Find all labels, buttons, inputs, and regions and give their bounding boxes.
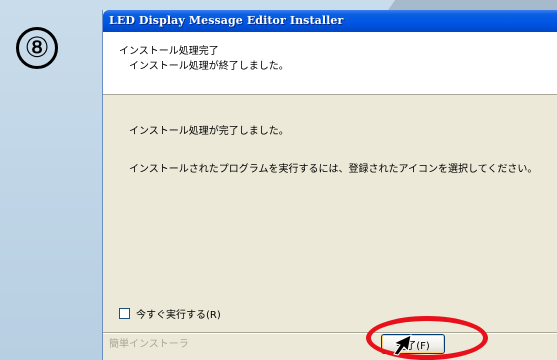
window-title: LED Display Message Editor Installer: [109, 14, 344, 27]
title-bar[interactable]: LED Display Message Editor Installer: [103, 10, 557, 32]
installer-brand-label: 簡単インストーラ: [109, 339, 189, 350]
instruction-message: インストールされたプログラムを実行するには、登録されたアイコンを選択してください…: [129, 164, 538, 175]
header-title: インストール処理完了: [119, 46, 219, 57]
header-panel: インストール処理完了 インストール処理が終了しました。: [103, 32, 557, 95]
run-now-label: 今すぐ実行する(R): [136, 310, 221, 321]
step-number-badge: ⑧: [16, 27, 58, 69]
highlight-circle: [366, 316, 488, 360]
arrow-pointer-icon: [392, 334, 412, 356]
footer-separator: [103, 332, 557, 334]
installer-window: LED Display Message Editor Installer インス…: [103, 10, 557, 360]
completion-message: インストール処理が完了しました。: [129, 126, 289, 137]
header-subtitle: インストール処理が終了しました。: [129, 61, 289, 72]
run-now-checkbox[interactable]: [119, 308, 130, 319]
run-now-option[interactable]: 今すぐ実行する(R): [119, 306, 221, 321]
